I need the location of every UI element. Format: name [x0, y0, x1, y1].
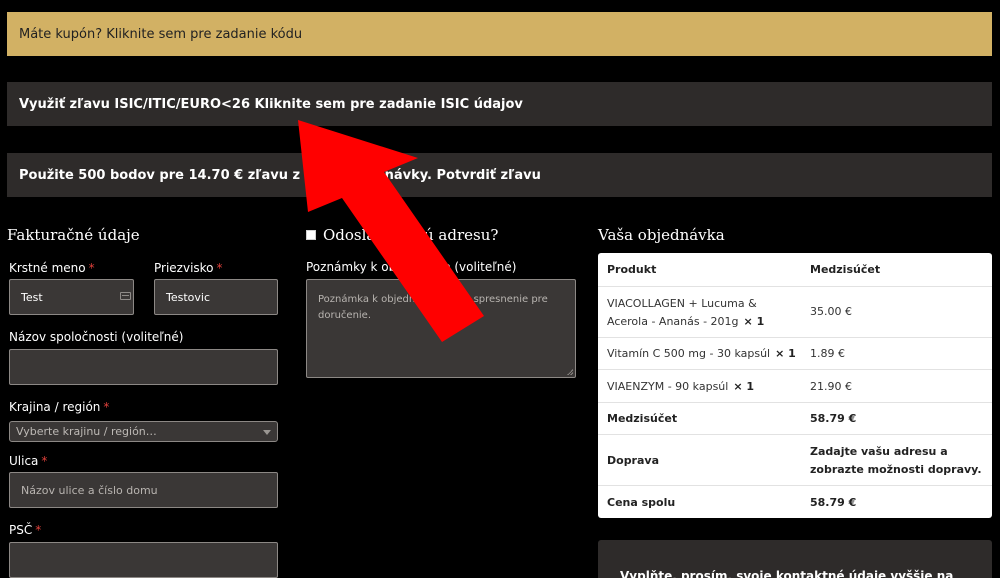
points-notice-text[interactable]: Použite 500 bodov pre 14.70 € zľavu z te…: [19, 168, 541, 183]
subtotal-value: 58.79 €: [810, 412, 857, 425]
shipping-value: Zadajte vašu adresu a zobrazte možnosti …: [810, 445, 982, 476]
first-name-label: Krstné meno *: [9, 261, 95, 275]
street-label: Ulica *: [9, 454, 48, 468]
resize-handle-icon[interactable]: [567, 369, 573, 375]
product-name: VIAENZYM - 90 kapsúl × 1: [607, 380, 755, 393]
company-label: Názov spoločnosti (voliteľné): [9, 330, 184, 344]
order-review-table: Produkt Medzisúčet VIACOLLAGEN + Lucuma …: [598, 253, 992, 518]
last-name-label: Priezvisko *: [154, 261, 223, 275]
column-header-product: Produkt: [607, 263, 657, 276]
shipping-label: Doprava: [607, 454, 660, 467]
coupon-notice[interactable]: Máte kupón? Kliknite sem pre zadanie kód…: [7, 12, 992, 56]
ship-to-different-address-label[interactable]: Odoslať na inú adresu?: [323, 226, 498, 244]
first-name-field[interactable]: Test: [9, 279, 134, 315]
table-header-row: Produkt Medzisúčet: [598, 253, 992, 286]
total-label: Cena spolu: [607, 496, 676, 509]
ship-to-different-address-checkbox[interactable]: [306, 230, 316, 240]
product-name: VIACOLLAGEN + Lucuma & Acerola - Ananás …: [607, 297, 765, 328]
coupon-notice-text[interactable]: Máte kupón? Kliknite sem pre zadanie kód…: [19, 27, 302, 42]
product-price: 21.90 €: [810, 380, 852, 393]
product-price: 35.00 €: [810, 305, 852, 318]
total-value: 58.79 €: [810, 496, 857, 509]
table-row: VIAENZYM - 90 kapsúl × 1 21.90 €: [598, 369, 992, 402]
product-name: Vitamín C 500 mg - 30 kapsúl × 1: [607, 347, 796, 360]
autofill-card-icon[interactable]: [120, 292, 131, 300]
billing-heading: Fakturačné údaje: [7, 226, 140, 244]
total-row: Cena spolu 58.79 €: [598, 485, 992, 518]
street-field[interactable]: Názov ulice a číslo domu: [9, 472, 278, 508]
company-field[interactable]: [9, 349, 278, 385]
chevron-down-icon: [263, 430, 271, 435]
subtotal-row: Medzisúčet 58.79 €: [598, 402, 992, 434]
country-label: Krajina / región *: [9, 400, 110, 414]
table-row: VIACOLLAGEN + Lucuma & Acerola - Ananás …: [598, 286, 992, 337]
table-row: Vitamín C 500 mg - 30 kapsúl × 1 1.89 €: [598, 337, 992, 369]
zip-label: PSČ *: [9, 523, 42, 537]
product-price: 1.89 €: [810, 347, 845, 360]
payment-notice-text: Vyplňte, prosím, svoje kontaktné údaje v…: [620, 569, 954, 578]
shipping-row: Doprava Zadajte vašu adresu a zobrazte m…: [598, 434, 992, 485]
zip-field[interactable]: [9, 542, 278, 578]
order-notes-textarea[interactable]: Poznámka k objednávke, napr. spresnenie …: [306, 279, 576, 378]
order-notes-label: Poznámky k objednávke (voliteľné): [306, 260, 517, 274]
order-heading: Vaša objednávka: [598, 226, 725, 244]
country-select[interactable]: Vyberte krajinu / región…: [9, 421, 278, 442]
isic-notice-text[interactable]: Využiť zľavu ISIC/ITIC/EURO<26 Kliknite …: [19, 97, 523, 112]
column-header-subtotal: Medzisúčet: [810, 263, 881, 276]
last-name-field[interactable]: Testovic: [154, 279, 278, 315]
points-notice[interactable]: Použite 500 bodov pre 14.70 € zľavu z te…: [7, 153, 992, 197]
subtotal-label: Medzisúčet: [607, 412, 678, 425]
isic-notice[interactable]: Využiť zľavu ISIC/ITIC/EURO<26 Kliknite …: [7, 82, 992, 126]
payment-notice-box: Vyplňte, prosím, svoje kontaktné údaje v…: [598, 540, 992, 578]
